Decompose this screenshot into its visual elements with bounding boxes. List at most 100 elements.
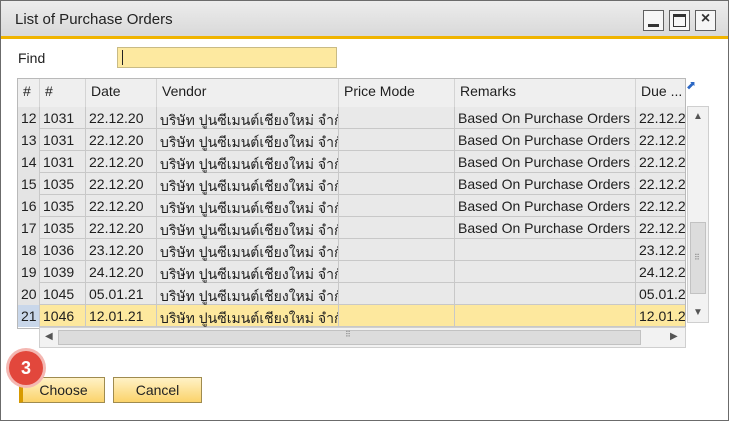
row-number-cell: 21 <box>18 305 40 327</box>
doc-number-cell: 1035 <box>40 217 86 239</box>
purchase-orders-grid: # # Date Vendor Price Mode Remarks Due .… <box>17 78 686 329</box>
close-button[interactable]: × <box>695 10 716 31</box>
date-cell: 22.12.20 <box>86 151 157 173</box>
due-date-cell: 22.12.2 <box>639 198 686 214</box>
cancel-button[interactable]: Cancel <box>113 377 202 403</box>
row-number-cell: 19 <box>18 261 40 283</box>
purchase-orders-window: List of Purchase Orders × Find # # Date … <box>0 0 729 421</box>
vertical-scroll-thumb[interactable]: ⠿ <box>690 222 706 294</box>
maximize-button[interactable] <box>669 10 690 31</box>
date-cell: 22.12.20 <box>86 217 157 239</box>
scroll-right-icon[interactable]: ▶ <box>670 331 678 342</box>
column-header-remarks[interactable]: Remarks <box>455 79 636 107</box>
price-mode-cell <box>339 173 455 195</box>
scroll-up-icon[interactable]: ▲ <box>693 111 703 122</box>
price-mode-cell <box>339 107 455 129</box>
column-header-vendor[interactable]: Vendor <box>157 79 339 107</box>
table-row[interactable]: 17 1035 22.12.20 บริษัท ปูนซีเมนต์เชียงใ… <box>18 217 685 239</box>
due-date-cell: 23.12.2 <box>639 242 686 258</box>
remarks-cell <box>455 239 636 261</box>
date-cell: 23.12.20 <box>86 239 157 261</box>
doc-number-cell: 1031 <box>40 151 86 173</box>
scroll-down-icon[interactable]: ▼ <box>693 307 703 318</box>
vendor-cell: บริษัท ปูนซีเมนต์เชียงใหม่ จำกั <box>157 305 339 327</box>
horizontal-scrollbar[interactable]: ◀ ⠿ ▶ <box>39 327 686 348</box>
table-row[interactable]: 20 1045 05.01.21 บริษัท ปูนซีเมนต์เชียงใ… <box>18 283 686 305</box>
date-cell: 22.12.20 <box>86 107 157 129</box>
price-mode-cell <box>339 217 455 239</box>
doc-number-cell: 1035 <box>40 173 86 195</box>
grip-icon: ⠿ <box>345 330 351 339</box>
row-number-cell: 12 <box>18 107 40 129</box>
vendor-cell: บริษัท ปูนซีเมนต์เชียงใหม่ จำกั <box>157 173 339 195</box>
price-mode-cell <box>339 151 455 173</box>
due-date-cell: 22.12.2 <box>639 132 686 148</box>
due-date-cell: 05.01.2 <box>639 286 686 302</box>
column-header-row-number[interactable]: # <box>18 79 40 107</box>
table-row[interactable]: 16 1035 22.12.20 บริษัท ปูนซีเมนต์เชียงใ… <box>18 195 686 217</box>
due-date-cell: 22.12.2 <box>639 110 686 126</box>
window-title: List of Purchase Orders <box>15 11 173 28</box>
doc-number-cell: 1035 <box>40 195 86 217</box>
price-mode-cell <box>339 239 455 261</box>
remarks-cell: Based On Purchase Orders 10 <box>455 195 636 217</box>
vendor-cell: บริษัท ปูนซีเมนต์เชียงใหม่ จำกั <box>157 261 339 283</box>
column-header-doc-number[interactable]: # <box>40 79 86 107</box>
table-row[interactable]: 13 1031 22.12.20 บริษัท ปูนซีเมนต์เชียงใ… <box>18 129 686 151</box>
table-row[interactable]: 19 1039 24.12.20 บริษัท ปูนซีเมนต์เชียงใ… <box>18 261 686 283</box>
expand-grid-icon[interactable]: ⬈ <box>686 79 698 91</box>
scroll-left-icon[interactable]: ◀ <box>45 331 53 342</box>
table-row[interactable]: 15 1035 22.12.20 บริษัท ปูนซีเมนต์เชียงใ… <box>18 173 686 195</box>
step-callout-badge: 3 <box>9 351 43 385</box>
price-mode-cell <box>339 261 455 283</box>
remarks-cell: Based On Purchase Orders 10 <box>455 151 636 173</box>
remarks-cell: Based On Purchase Orders 10 <box>455 129 636 151</box>
row-number-cell: 20 <box>18 283 40 305</box>
due-date-cell: 22.12.2 <box>639 154 686 170</box>
vendor-cell: บริษัท ปูนซีเมนต์เชียงใหม่ จำกั <box>157 151 339 173</box>
doc-number-cell: 1046 <box>40 305 86 327</box>
table-row-selected[interactable]: 21 1046 12.01.21 บริษัท ปูนซีเมนต์เชียงใ… <box>18 305 686 327</box>
minimize-button[interactable] <box>643 10 664 31</box>
remarks-cell: Based On Purchase Orders 10 <box>455 107 636 129</box>
table-row[interactable]: 14 1031 22.12.20 บริษัท ปูนซีเมนต์เชียงใ… <box>18 151 686 173</box>
column-header-date[interactable]: Date <box>86 79 157 107</box>
horizontal-scroll-thumb[interactable]: ⠿ <box>58 330 641 345</box>
vendor-cell: บริษัท ปูนซีเมนต์เชียงใหม่ จำกั <box>157 107 339 129</box>
due-date-cell: 22.12.2 <box>639 176 686 192</box>
title-bar[interactable]: List of Purchase Orders × <box>1 1 728 39</box>
table-row[interactable]: 18 1036 23.12.20 บริษัท ปูนซีเมนต์เชียงใ… <box>18 239 686 261</box>
find-input[interactable] <box>117 47 337 68</box>
remarks-cell: Based On Purchase Orders 10 <box>455 173 636 195</box>
row-number-cell: 15 <box>18 173 40 195</box>
remarks-cell <box>455 261 636 283</box>
doc-number-cell: 1045 <box>40 283 86 305</box>
vertical-scrollbar[interactable]: ▲ ⠿ ▼ <box>687 106 709 323</box>
row-number-cell: 16 <box>18 195 40 217</box>
column-header-price-mode[interactable]: Price Mode <box>339 79 455 107</box>
remarks-cell <box>455 305 636 327</box>
doc-number-cell: 1031 <box>40 107 86 129</box>
vendor-cell: บริษัท ปูนซีเมนต์เชียงใหม่ จำกั <box>157 217 339 239</box>
remarks-cell: Based On Purchase Orders 10 <box>455 217 636 239</box>
close-icon: × <box>700 10 711 27</box>
table-row[interactable]: 12 1031 22.12.20 บริษัท ปูนซีเมนต์เชียงใ… <box>18 107 686 129</box>
row-number-cell: 14 <box>18 151 40 173</box>
doc-number-cell: 1031 <box>40 129 86 151</box>
date-cell: 22.12.20 <box>86 129 157 151</box>
doc-number-cell: 1039 <box>40 261 86 283</box>
vendor-cell: บริษัท ปูนซีเมนต์เชียงใหม่ จำกั <box>157 239 339 261</box>
price-mode-cell <box>339 195 455 217</box>
vendor-cell: บริษัท ปูนซีเมนต์เชียงใหม่ จำกั <box>157 195 339 217</box>
due-date-cell: 12.01.2 <box>639 308 686 324</box>
row-number-cell: 18 <box>18 239 40 261</box>
due-date-cell: 24.12.2 <box>639 264 686 280</box>
column-header-due-date[interactable]: Due ... <box>636 79 685 107</box>
vendor-cell: บริษัท ปูนซีเมนต์เชียงใหม่ จำกั <box>157 283 339 305</box>
row-number-cell: 13 <box>18 129 40 151</box>
maximize-icon <box>673 14 686 27</box>
grip-icon: ⠿ <box>694 253 700 262</box>
price-mode-cell <box>339 283 455 305</box>
row-number-cell: 17 <box>18 217 40 239</box>
vendor-cell: บริษัท ปูนซีเมนต์เชียงใหม่ จำกั <box>157 129 339 151</box>
